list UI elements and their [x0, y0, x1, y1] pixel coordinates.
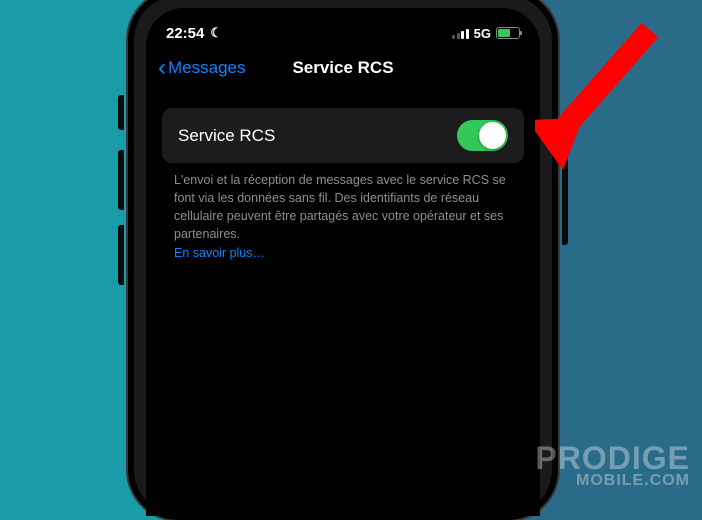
phone-screen: 22:54 ☾ 5G ‹ Messages Service RCS — [146, 8, 540, 516]
phone-frame: 22:54 ☾ 5G ‹ Messages Service RCS — [128, 0, 558, 520]
battery-icon — [496, 27, 520, 39]
toggle-knob — [479, 122, 506, 149]
network-label: 5G — [474, 26, 491, 41]
learn-more-link[interactable]: En savoir plus… — [174, 246, 265, 260]
phone-side-button — [118, 150, 124, 210]
watermark-line1: PRODIGE — [535, 445, 690, 472]
setting-footer: L'envoi et la réception de messages avec… — [174, 171, 512, 262]
status-time: 22:54 — [166, 25, 204, 42]
watermark: PRODIGE MOBILE.COM — [535, 445, 690, 490]
status-left: 22:54 ☾ — [166, 25, 222, 42]
phone-side-button — [562, 155, 568, 245]
signal-icon — [452, 28, 469, 39]
phone-side-button — [118, 95, 124, 130]
phone-notch — [253, 8, 433, 36]
back-button[interactable]: ‹ Messages — [158, 56, 245, 80]
page-title: Service RCS — [292, 58, 393, 78]
chevron-left-icon: ‹ — [158, 56, 166, 80]
phone-side-button — [118, 225, 124, 285]
settings-row[interactable]: Service RCS — [162, 108, 524, 163]
setting-label: Service RCS — [178, 126, 275, 146]
do-not-disturb-icon: ☾ — [210, 25, 222, 41]
back-label: Messages — [168, 58, 245, 78]
status-right: 5G — [452, 26, 520, 41]
footer-description: L'envoi et la réception de messages avec… — [174, 173, 506, 241]
navigation-bar: ‹ Messages Service RCS — [146, 48, 540, 94]
rcs-toggle[interactable] — [457, 120, 508, 151]
